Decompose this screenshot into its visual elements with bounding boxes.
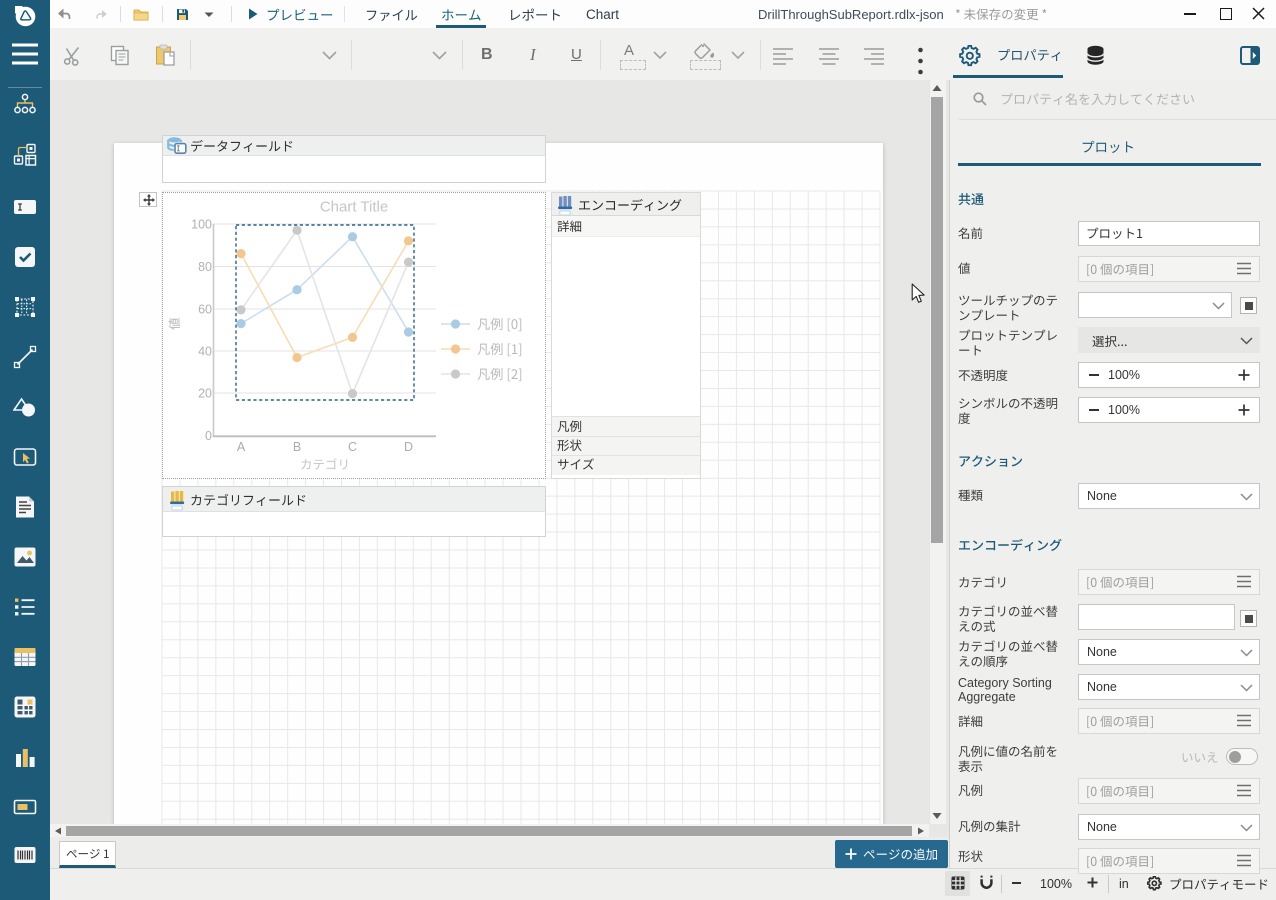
svg-text:C: C	[348, 440, 357, 454]
svg-text:80: 80	[198, 260, 212, 274]
svg-text:D: D	[404, 440, 413, 454]
svg-text:40: 40	[198, 345, 212, 359]
svg-text:100: 100	[191, 218, 212, 232]
svg-text:A: A	[237, 440, 246, 454]
svg-text:Chart Title: Chart Title	[320, 199, 388, 216]
svg-text:B: B	[293, 440, 301, 454]
svg-text:0: 0	[205, 429, 212, 443]
svg-text:20: 20	[198, 387, 212, 401]
svg-text:60: 60	[198, 303, 212, 317]
